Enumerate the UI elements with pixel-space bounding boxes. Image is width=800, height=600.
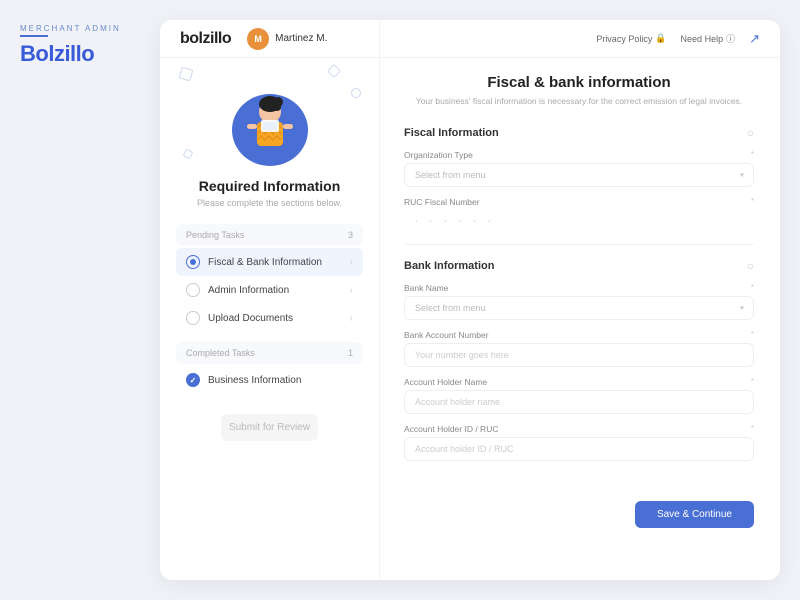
need-help-link[interactable]: Need Help ⓘ	[681, 32, 736, 45]
left-panel: Required Information Please complete the…	[160, 20, 380, 580]
right-panel-inner: Fiscal & bank information Your business'…	[380, 58, 778, 491]
deco-2	[350, 87, 362, 99]
holder-id-input[interactable]	[404, 437, 754, 461]
task-item-fiscal[interactable]: Fiscal & Bank Information ›	[176, 248, 363, 276]
bank-section-header: Bank Information ○	[404, 259, 754, 273]
chevron-icon-upload: ›	[350, 313, 353, 324]
sidebar: MERCHANT ADMIN Bolzillo	[0, 0, 160, 600]
privacy-policy-link[interactable]: Privacy Policy 🔒	[596, 33, 666, 44]
pending-tasks-header: Pending Tasks 3	[176, 224, 363, 246]
pending-tasks-section: Pending Tasks 3 Fiscal & Bank Informatio…	[176, 224, 363, 332]
user-name: Martinez M.	[275, 33, 327, 44]
section-divider	[404, 244, 754, 245]
organization-type-select[interactable]: Select from menu	[404, 163, 754, 187]
fiscal-bank-subtitle: Your business' fiscal information is nec…	[404, 95, 754, 108]
fiscal-section-header: Fiscal Information ○	[404, 126, 754, 140]
required-info-subtitle: Please complete the sections below.	[176, 198, 363, 208]
bank-section-heading: Bank Information	[404, 260, 494, 272]
brand-name: Bolzillo	[20, 41, 140, 67]
holder-name-input[interactable]	[404, 390, 754, 414]
header-right: Privacy Policy 🔒 Need Help ⓘ ↗	[596, 31, 760, 47]
completed-tasks-header: Completed Tasks 1	[176, 342, 363, 364]
save-continue-button[interactable]: Save & Continue	[635, 501, 754, 528]
completed-tasks-section: Completed Tasks 1 ✓ Business Information	[176, 342, 363, 394]
save-btn-area: Save & Continue	[380, 491, 778, 544]
card-logo: bolzillo	[180, 30, 231, 48]
chevron-icon-admin: ›	[350, 285, 353, 296]
pending-tasks-count: 3	[348, 230, 353, 240]
deco-4	[327, 64, 341, 78]
bank-name-label: Bank Name *	[404, 283, 754, 293]
submit-review-button[interactable]: Submit for Review	[221, 414, 318, 441]
holder-id-group: Account Holder ID / RUC *	[404, 424, 754, 461]
task-label-fiscal: Fiscal & Bank Information	[208, 257, 342, 268]
deco-1	[179, 67, 194, 82]
task-item-upload[interactable]: Upload Documents ›	[176, 304, 363, 332]
task-dot-business: ✓	[186, 373, 200, 387]
fiscal-bank-title: Fiscal & bank information	[404, 74, 754, 91]
user-info: M Martinez M.	[247, 28, 327, 50]
completed-tasks-count: 1	[348, 348, 353, 358]
account-number-group: Bank Account Number *	[404, 330, 754, 367]
organization-type-label: Organization Type *	[404, 150, 754, 160]
sidebar-divider	[20, 35, 48, 37]
chevron-icon-fiscal: ›	[350, 257, 353, 268]
bank-section-icon: ○	[747, 259, 754, 273]
account-number-input[interactable]	[404, 343, 754, 367]
pending-tasks-label: Pending Tasks	[186, 230, 244, 240]
ruc-dots: · · · · · ·	[404, 210, 754, 230]
holder-id-label: Account Holder ID / RUC *	[404, 424, 754, 434]
task-item-admin[interactable]: Admin Information ›	[176, 276, 363, 304]
illustration	[225, 78, 315, 168]
deco-3	[183, 149, 194, 160]
bank-name-group: Bank Name * Select from menu ▾	[404, 283, 754, 320]
required-info-title: Required Information	[176, 178, 363, 194]
ruc-group: RUC Fiscal Number * · · · · · ·	[404, 197, 754, 230]
holder-name-label: Account Holder Name *	[404, 377, 754, 387]
info-icon: ⓘ	[726, 32, 735, 45]
avatar: M	[247, 28, 269, 50]
organization-type-group: Organization Type * Select from menu ▾	[404, 150, 754, 187]
main-card: bolzillo M Martinez M. Privacy Policy 🔒 …	[160, 20, 780, 580]
merchant-admin-label: MERCHANT ADMIN	[20, 24, 140, 33]
holder-name-group: Account Holder Name *	[404, 377, 754, 414]
bank-name-select[interactable]: Select from menu	[404, 296, 754, 320]
task-dot-fiscal	[186, 255, 200, 269]
exit-icon[interactable]: ↗	[749, 31, 760, 47]
task-label-upload: Upload Documents	[208, 313, 342, 324]
ruc-label: RUC Fiscal Number *	[404, 197, 754, 207]
submit-btn-area: Submit for Review	[205, 404, 334, 457]
completed-tasks-label: Completed Tasks	[186, 348, 255, 358]
illustration-area	[160, 58, 379, 178]
organization-type-select-wrapper: Select from menu ▾	[404, 163, 754, 187]
bank-name-select-wrapper: Select from menu ▾	[404, 296, 754, 320]
task-item-business[interactable]: ✓ Business Information	[176, 366, 363, 394]
task-label-business: Business Information	[208, 375, 353, 386]
right-panel: Fiscal & bank information Your business'…	[380, 20, 780, 580]
account-number-label: Bank Account Number *	[404, 330, 754, 340]
lock-icon: 🔒	[655, 33, 666, 44]
fiscal-section-heading: Fiscal Information	[404, 127, 499, 139]
task-dot-upload	[186, 311, 200, 325]
card-header: bolzillo M Martinez M. Privacy Policy 🔒 …	[160, 20, 780, 58]
task-dot-admin	[186, 283, 200, 297]
task-label-admin: Admin Information	[208, 285, 342, 296]
fiscal-section-icon: ○	[747, 126, 754, 140]
left-content: Required Information Please complete the…	[160, 178, 379, 404]
